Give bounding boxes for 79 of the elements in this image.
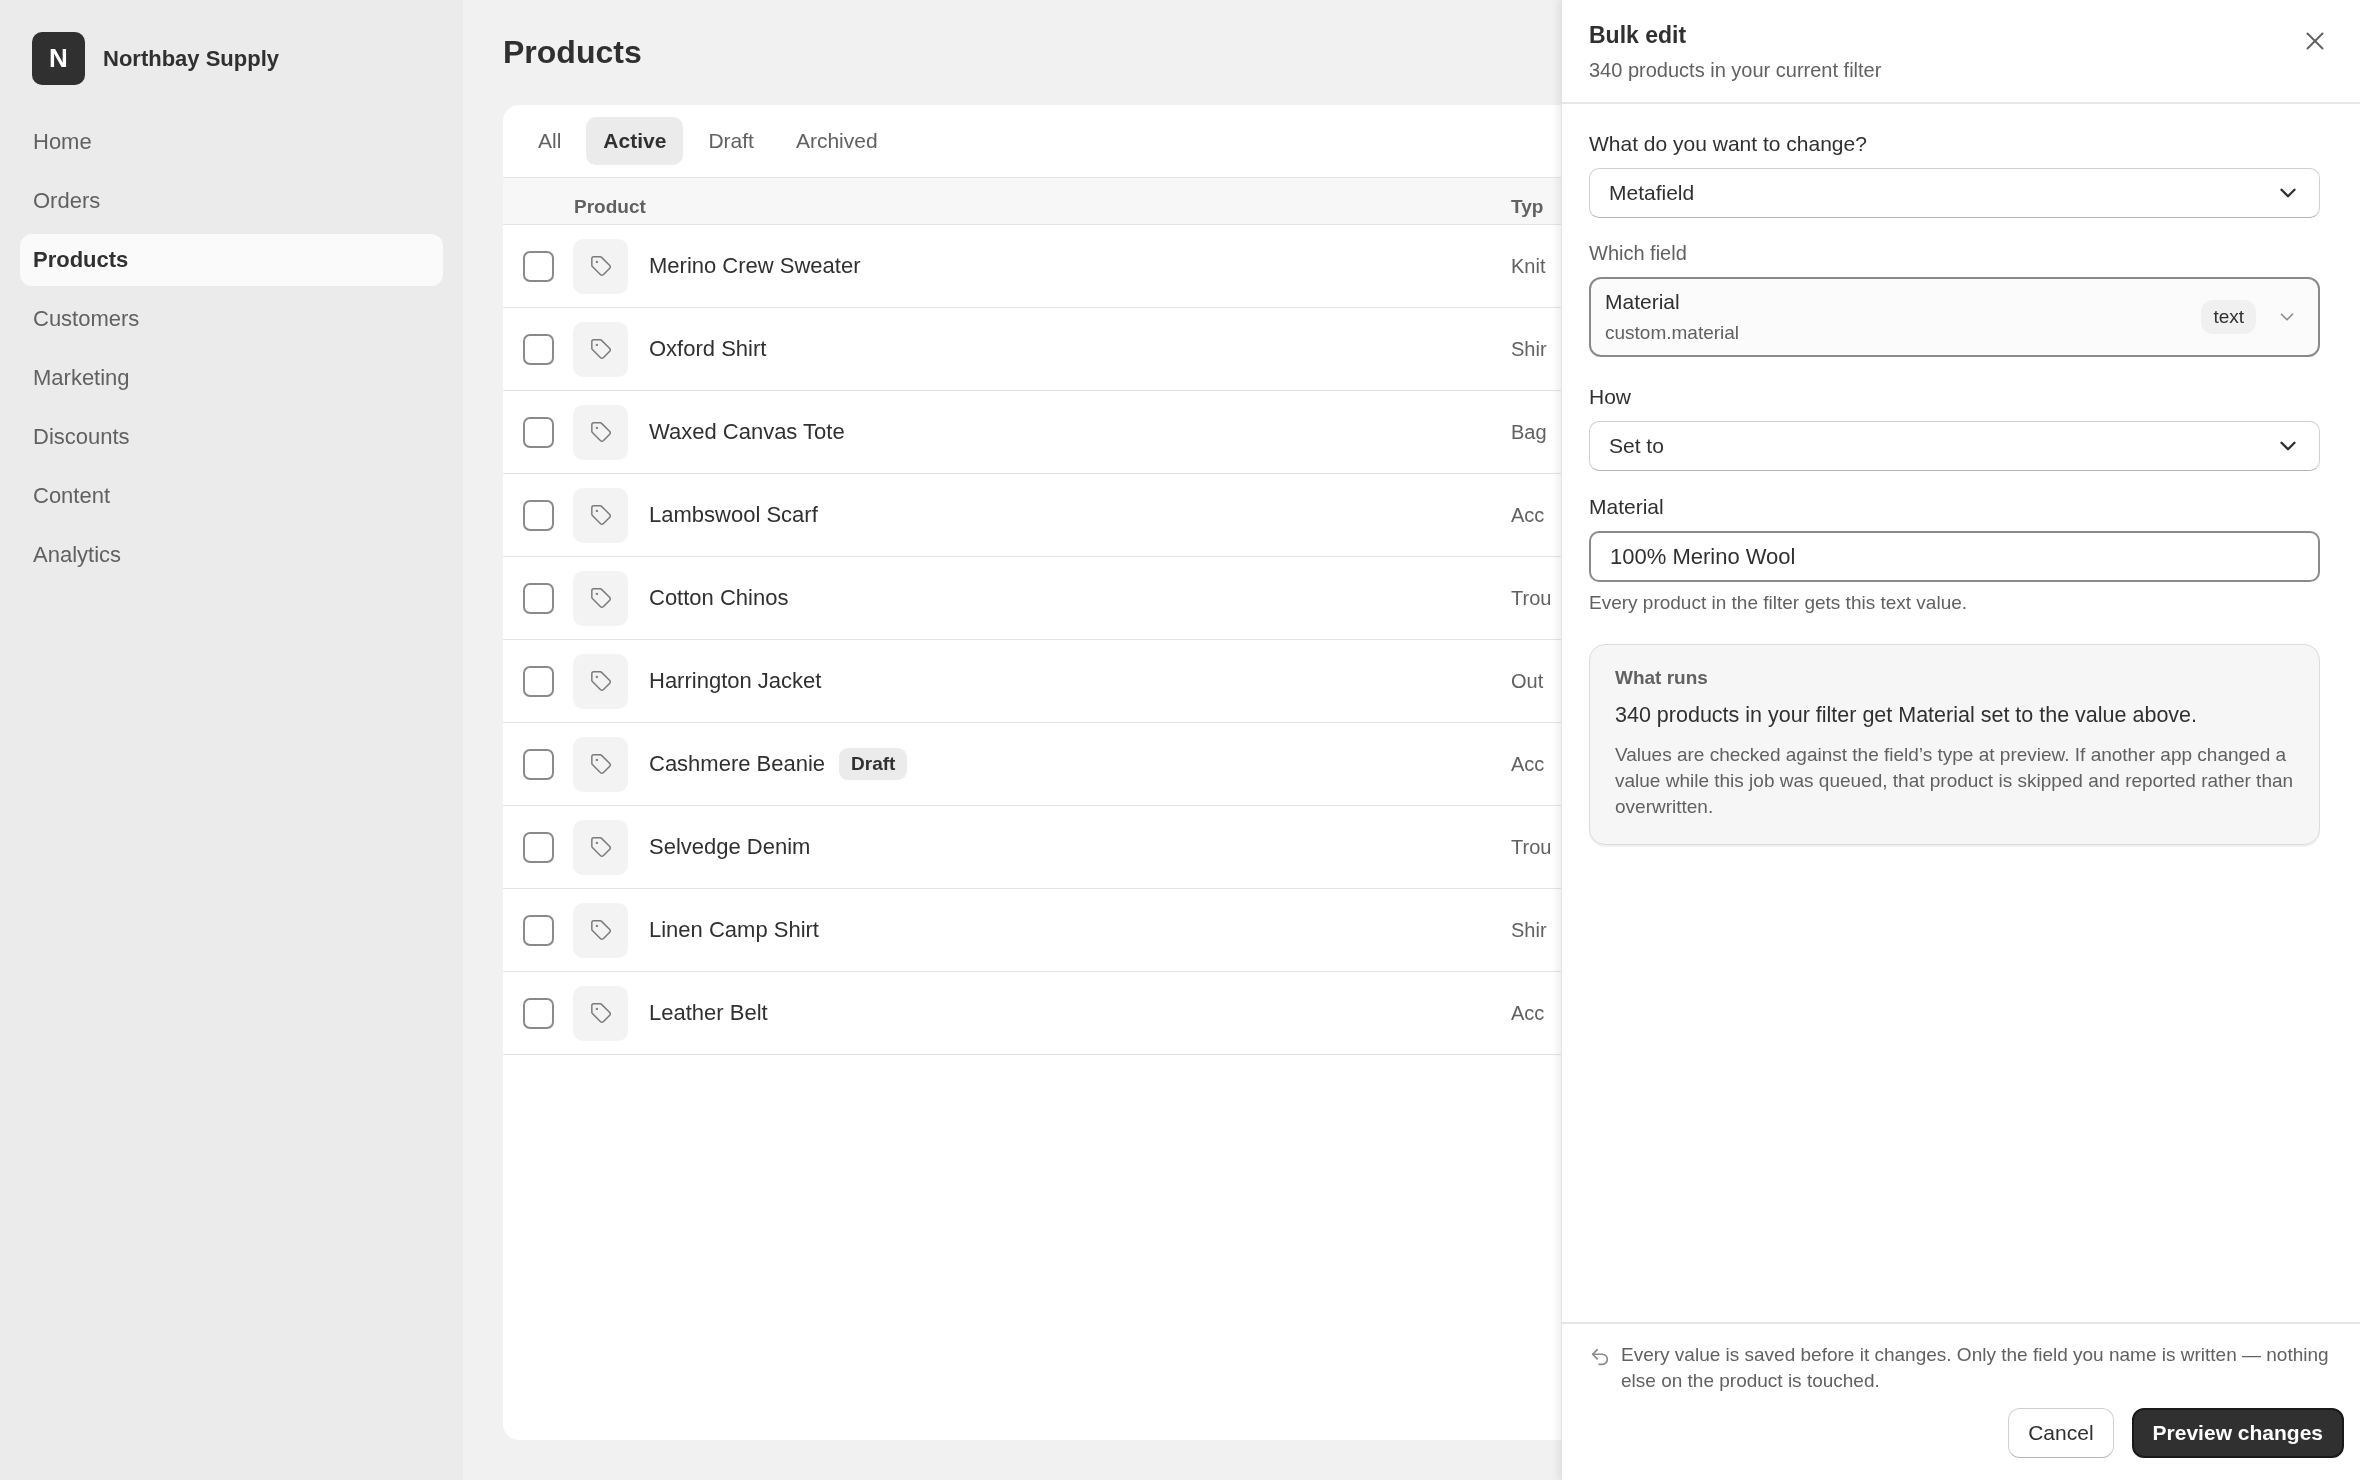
store-name: Northbay Supply	[103, 45, 279, 72]
field-picker[interactable]: Material custom.material text	[1589, 277, 2320, 357]
footer-note: Every value is saved before it changes. Only the field you name is written — nothing else on the product is touched.	[1621, 1343, 2330, 1393]
filter-tab[interactable]: All	[521, 117, 579, 165]
row-checkbox[interactable]	[523, 416, 554, 448]
tag-icon	[573, 238, 628, 294]
tag-icon	[573, 985, 628, 1041]
filter-tab[interactable]: Active	[586, 117, 684, 165]
nav-item[interactable]: Home	[20, 116, 443, 168]
change-select[interactable]: Metafield	[1589, 168, 2320, 218]
column-header: Typ	[1511, 196, 1545, 218]
row-checkbox[interactable]	[523, 665, 554, 697]
table-cell-text: Out	[1511, 669, 1545, 693]
row-checkbox[interactable]	[523, 582, 554, 614]
tag-icon	[573, 902, 628, 958]
help-text: Every product in the filter gets this text value.	[1589, 592, 1969, 614]
field-label: Which field	[1589, 242, 1688, 265]
product-name[interactable]: Merino Crew Sweater	[649, 253, 861, 279]
type-badge: text	[2201, 300, 2256, 334]
product-name[interactable]: Selvedge Denim	[649, 834, 811, 860]
summary-text: 340 products in your filter get Material set to the value above.	[1615, 703, 2199, 728]
product-name[interactable]: Leather Belt	[649, 1000, 768, 1026]
nav-item[interactable]: Orders	[20, 175, 443, 227]
product-name[interactable]: Oxford Shirt	[649, 336, 767, 362]
cancel-button[interactable]: Cancel	[2008, 1408, 2114, 1458]
nav-item[interactable]: Products	[20, 234, 443, 286]
row-checkbox[interactable]	[523, 914, 554, 946]
product-name[interactable]: Cashmere Beanie	[649, 751, 826, 777]
field-label: How	[1589, 385, 1632, 409]
product-name[interactable]: Cotton Chinos	[649, 585, 789, 611]
tag-icon	[573, 404, 628, 460]
tag-icon	[573, 487, 628, 543]
filter-tab[interactable]: Archived	[778, 117, 895, 165]
nav-item[interactable]: Marketing	[20, 352, 443, 404]
row-checkbox[interactable]	[523, 499, 554, 531]
value-input-field[interactable]: 100% Merino Wool	[1589, 531, 2320, 582]
panel-title: Bulk edit	[1589, 22, 1688, 49]
nav-item[interactable]: Analytics	[20, 529, 443, 581]
field-label: Material	[1589, 495, 1665, 519]
summary-heading: What runs	[1615, 667, 1709, 689]
product-name[interactable]: Harrington Jacket	[649, 668, 822, 694]
panel-subtitle: 340 products in your current filter	[1589, 59, 1882, 82]
table-cell-text: Trou	[1511, 586, 1553, 610]
column-header: Product	[573, 196, 647, 218]
product-name[interactable]: Linen Camp Shirt	[649, 917, 819, 943]
table-cell-text: Bag	[1511, 420, 1548, 444]
summary-note: Values are checked against the field’s type at preview. If another app changed a value while this job was queued, that product is skipped and reported rather than overwritten.	[1615, 743, 2294, 819]
preview-button[interactable]: Preview changes	[2131, 1408, 2344, 1458]
field-key: custom.material	[1605, 322, 2202, 344]
table-cell-text: Knit	[1511, 254, 1547, 278]
field-name: Material	[1605, 290, 1681, 314]
product-name[interactable]: Waxed Canvas Tote	[649, 419, 845, 445]
table-cell-text: Acc	[1511, 503, 1546, 527]
page-title: Products	[503, 33, 643, 72]
store-logo: N	[32, 32, 85, 85]
product-name[interactable]: Lambswool Scarf	[649, 502, 818, 528]
tag-icon	[573, 321, 628, 377]
row-checkbox[interactable]	[523, 831, 554, 863]
nav-item[interactable]: Customers	[20, 293, 443, 345]
field-label: What do you want to change?	[1589, 132, 1868, 156]
table-cell-text: Shir	[1511, 337, 1548, 361]
table-cell-text: Trou	[1511, 835, 1553, 859]
status-badge: Draft	[839, 748, 908, 780]
table-cell-text: Acc	[1511, 1001, 1546, 1025]
nav-item[interactable]: Discounts	[20, 411, 443, 463]
row-checkbox[interactable]	[523, 250, 554, 282]
how-select[interactable]: Set to	[1589, 421, 2320, 471]
tag-icon	[573, 736, 628, 792]
tag-icon	[573, 819, 628, 875]
filter-tab[interactable]: Draft	[691, 117, 771, 165]
row-checkbox[interactable]	[523, 333, 554, 365]
table-cell-text: Acc	[1511, 752, 1546, 776]
nav-item[interactable]: Content	[20, 470, 443, 522]
tag-icon	[573, 653, 628, 709]
row-checkbox[interactable]	[523, 997, 554, 1029]
undo-icon	[1589, 1346, 1611, 1368]
tag-icon	[573, 570, 628, 626]
table-cell-text: Shir	[1511, 918, 1548, 942]
row-checkbox[interactable]	[523, 748, 554, 780]
